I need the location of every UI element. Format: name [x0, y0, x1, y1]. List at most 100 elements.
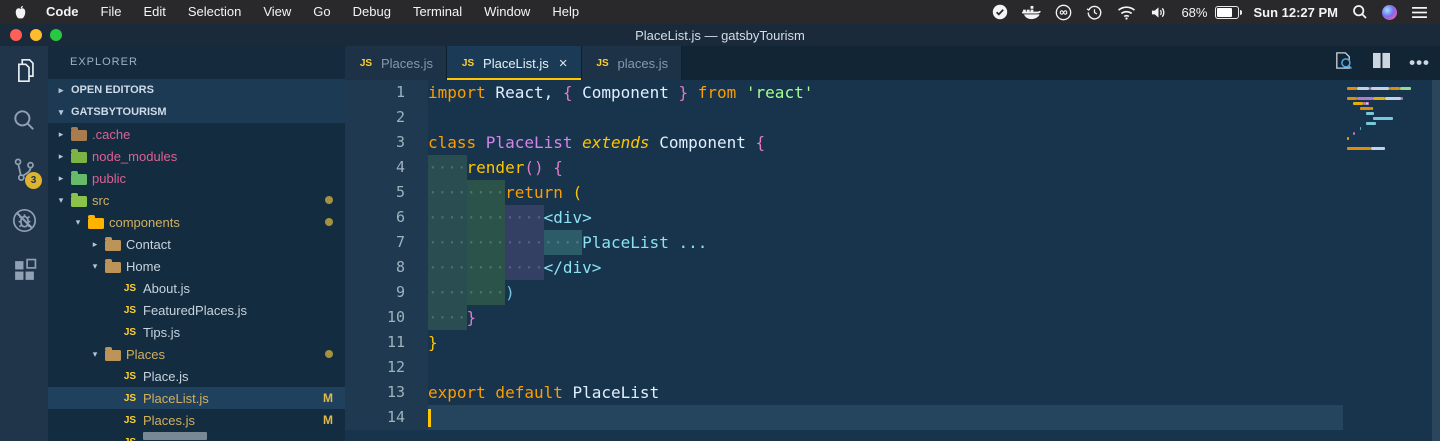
code-token: (	[572, 183, 583, 202]
code-line-10[interactable]: 10 ····}	[345, 305, 1440, 330]
folder-icon	[105, 346, 121, 361]
more-actions-icon[interactable]: •••	[1409, 54, 1430, 71]
section-header-gatsbytourism[interactable]: ▾ GATSBYTOURISM	[48, 101, 345, 123]
line-content: ············<div>	[428, 205, 1343, 230]
section-label: OPEN EDITORS	[71, 84, 154, 96]
code-line-9[interactable]: 9 ········)	[345, 280, 1440, 305]
tree-item-partial[interactable]: JS	[48, 431, 345, 441]
code-line-3[interactable]: 3 class PlaceList extends Component {	[345, 130, 1440, 155]
siri-icon[interactable]	[1382, 4, 1397, 20]
code-editor[interactable]: 1 import React, { Component } from 'react…	[345, 80, 1440, 441]
tree-item-tips-js[interactable]: JS Tips.js	[48, 321, 345, 343]
code-line-5[interactable]: 5 ········return (	[345, 180, 1440, 205]
split-editor-icon[interactable]	[1372, 52, 1391, 74]
code-line-14[interactable]: 14	[345, 405, 1440, 430]
line-content: class PlaceList extends Component {	[428, 130, 1343, 155]
menubar-clock[interactable]: Sun 12:27 PM	[1253, 5, 1338, 20]
tab-places-js[interactable]: JS Places.js	[345, 46, 448, 80]
code-line-12[interactable]: 12	[345, 355, 1440, 380]
tree-item-places-js[interactable]: JS Places.js M	[48, 409, 345, 431]
menu-view[interactable]: View	[252, 4, 302, 19]
line-content	[428, 405, 1343, 430]
code-token: }	[466, 308, 477, 327]
menu-file[interactable]: File	[90, 4, 133, 19]
close-window-button[interactable]	[10, 29, 22, 41]
time-machine-icon[interactable]	[1086, 4, 1103, 21]
minimap-line	[1347, 127, 1432, 130]
docker-icon[interactable]	[1022, 5, 1042, 20]
code-line-8[interactable]: 8 ············</div>	[345, 255, 1440, 280]
tree-item-src[interactable]: ▾ src	[48, 189, 345, 211]
tab-placelist-js[interactable]: JS PlaceList.js ×	[447, 46, 582, 80]
code-line-1[interactable]: 1 import React, { Component } from 'react…	[345, 80, 1440, 105]
clipped-file-label	[143, 432, 207, 440]
tree-item--cache[interactable]: ▸ .cache	[48, 123, 345, 145]
extensions-icon[interactable]	[0, 246, 48, 294]
folder-icon	[71, 192, 87, 207]
minimap-line	[1347, 117, 1432, 120]
file-tree: ▸ .cache ▸ node_modules ▸ public ▾ src ▾ componen…	[48, 123, 345, 441]
section-header-open-editors[interactable]: ▸ OPEN EDITORS	[48, 79, 345, 101]
line-content: ········)	[428, 280, 1343, 305]
code-token: {	[755, 133, 766, 152]
code-line-7[interactable]: 7 ················PlaceList ...	[345, 230, 1440, 255]
tree-item-home[interactable]: ▾ Home	[48, 255, 345, 277]
tree-item-placelist-js[interactable]: JS PlaceList.js M	[48, 387, 345, 409]
menu-window[interactable]: Window	[473, 4, 541, 19]
menu-go[interactable]: Go	[302, 4, 341, 19]
indent-guide-block: ····	[505, 255, 544, 280]
tree-item-places[interactable]: ▾ Places	[48, 343, 345, 365]
scrollbar[interactable]	[1432, 80, 1440, 441]
menu-debug[interactable]: Debug	[342, 4, 402, 19]
tree-item-public[interactable]: ▸ public	[48, 167, 345, 189]
tree-item-node_modules[interactable]: ▸ node_modules	[48, 145, 345, 167]
close-tab-icon[interactable]: ×	[559, 55, 568, 72]
volume-icon[interactable]	[1150, 5, 1167, 20]
open-changes-icon[interactable]	[1333, 50, 1354, 76]
javascript-file-icon: JS	[123, 414, 137, 426]
tree-item-label: Places.js	[143, 412, 196, 428]
minimap-line	[1347, 92, 1432, 95]
indent-guide-block: ····	[428, 180, 467, 205]
source-control-icon[interactable]: 3	[0, 146, 48, 194]
minimize-window-button[interactable]	[30, 29, 42, 41]
tab-label: Places.js	[381, 55, 434, 71]
menu-terminal[interactable]: Terminal	[402, 4, 473, 19]
menu-edit[interactable]: Edit	[132, 4, 176, 19]
activity-bar: 3	[0, 46, 48, 441]
code-line-13[interactable]: 13 export default PlaceList	[345, 380, 1440, 405]
code-token: PlaceList ...	[582, 233, 708, 252]
code-line-6[interactable]: 6 ············<div>	[345, 205, 1440, 230]
tree-item-label: Place.js	[143, 368, 189, 384]
code-line-4[interactable]: 4 ····render() {	[345, 155, 1440, 180]
chevron-down-icon: ▾	[75, 216, 81, 227]
menu-selection[interactable]: Selection	[177, 4, 252, 19]
zoom-window-button[interactable]	[50, 29, 62, 41]
checkmark-circle-icon[interactable]	[992, 4, 1008, 20]
code-line-2[interactable]: 2	[345, 105, 1440, 130]
badge-area: M	[323, 391, 345, 405]
wifi-icon[interactable]	[1117, 5, 1136, 20]
tree-item-featuredplaces-js[interactable]: JS FeaturedPlaces.js	[48, 299, 345, 321]
explorer-icon[interactable]	[0, 46, 48, 94]
debug-icon[interactable]	[0, 196, 48, 244]
tree-item-place-js[interactable]: JS Place.js	[48, 365, 345, 387]
menu-code[interactable]: Code	[35, 4, 90, 19]
minimap[interactable]	[1343, 80, 1432, 441]
tree-item-contact[interactable]: ▸ Contact	[48, 233, 345, 255]
apple-menu-icon[interactable]	[14, 5, 27, 20]
code-line-11[interactable]: 11}	[345, 330, 1440, 355]
creative-cloud-icon[interactable]	[1055, 4, 1072, 21]
tab-places-js[interactable]: JS places.js	[581, 46, 683, 80]
tree-item-about-js[interactable]: JS About.js	[48, 277, 345, 299]
notification-list-icon[interactable]	[1411, 6, 1428, 19]
line-number: 8	[345, 255, 428, 280]
chevron-right-icon: ▸	[92, 238, 98, 249]
battery-percentage: 68%	[1181, 4, 1208, 20]
menu-help[interactable]: Help	[541, 4, 590, 19]
modified-dot-badge	[325, 196, 333, 204]
search-icon[interactable]	[0, 96, 48, 144]
spotlight-icon[interactable]	[1352, 4, 1368, 20]
tree-item-components[interactable]: ▾ components	[48, 211, 345, 233]
